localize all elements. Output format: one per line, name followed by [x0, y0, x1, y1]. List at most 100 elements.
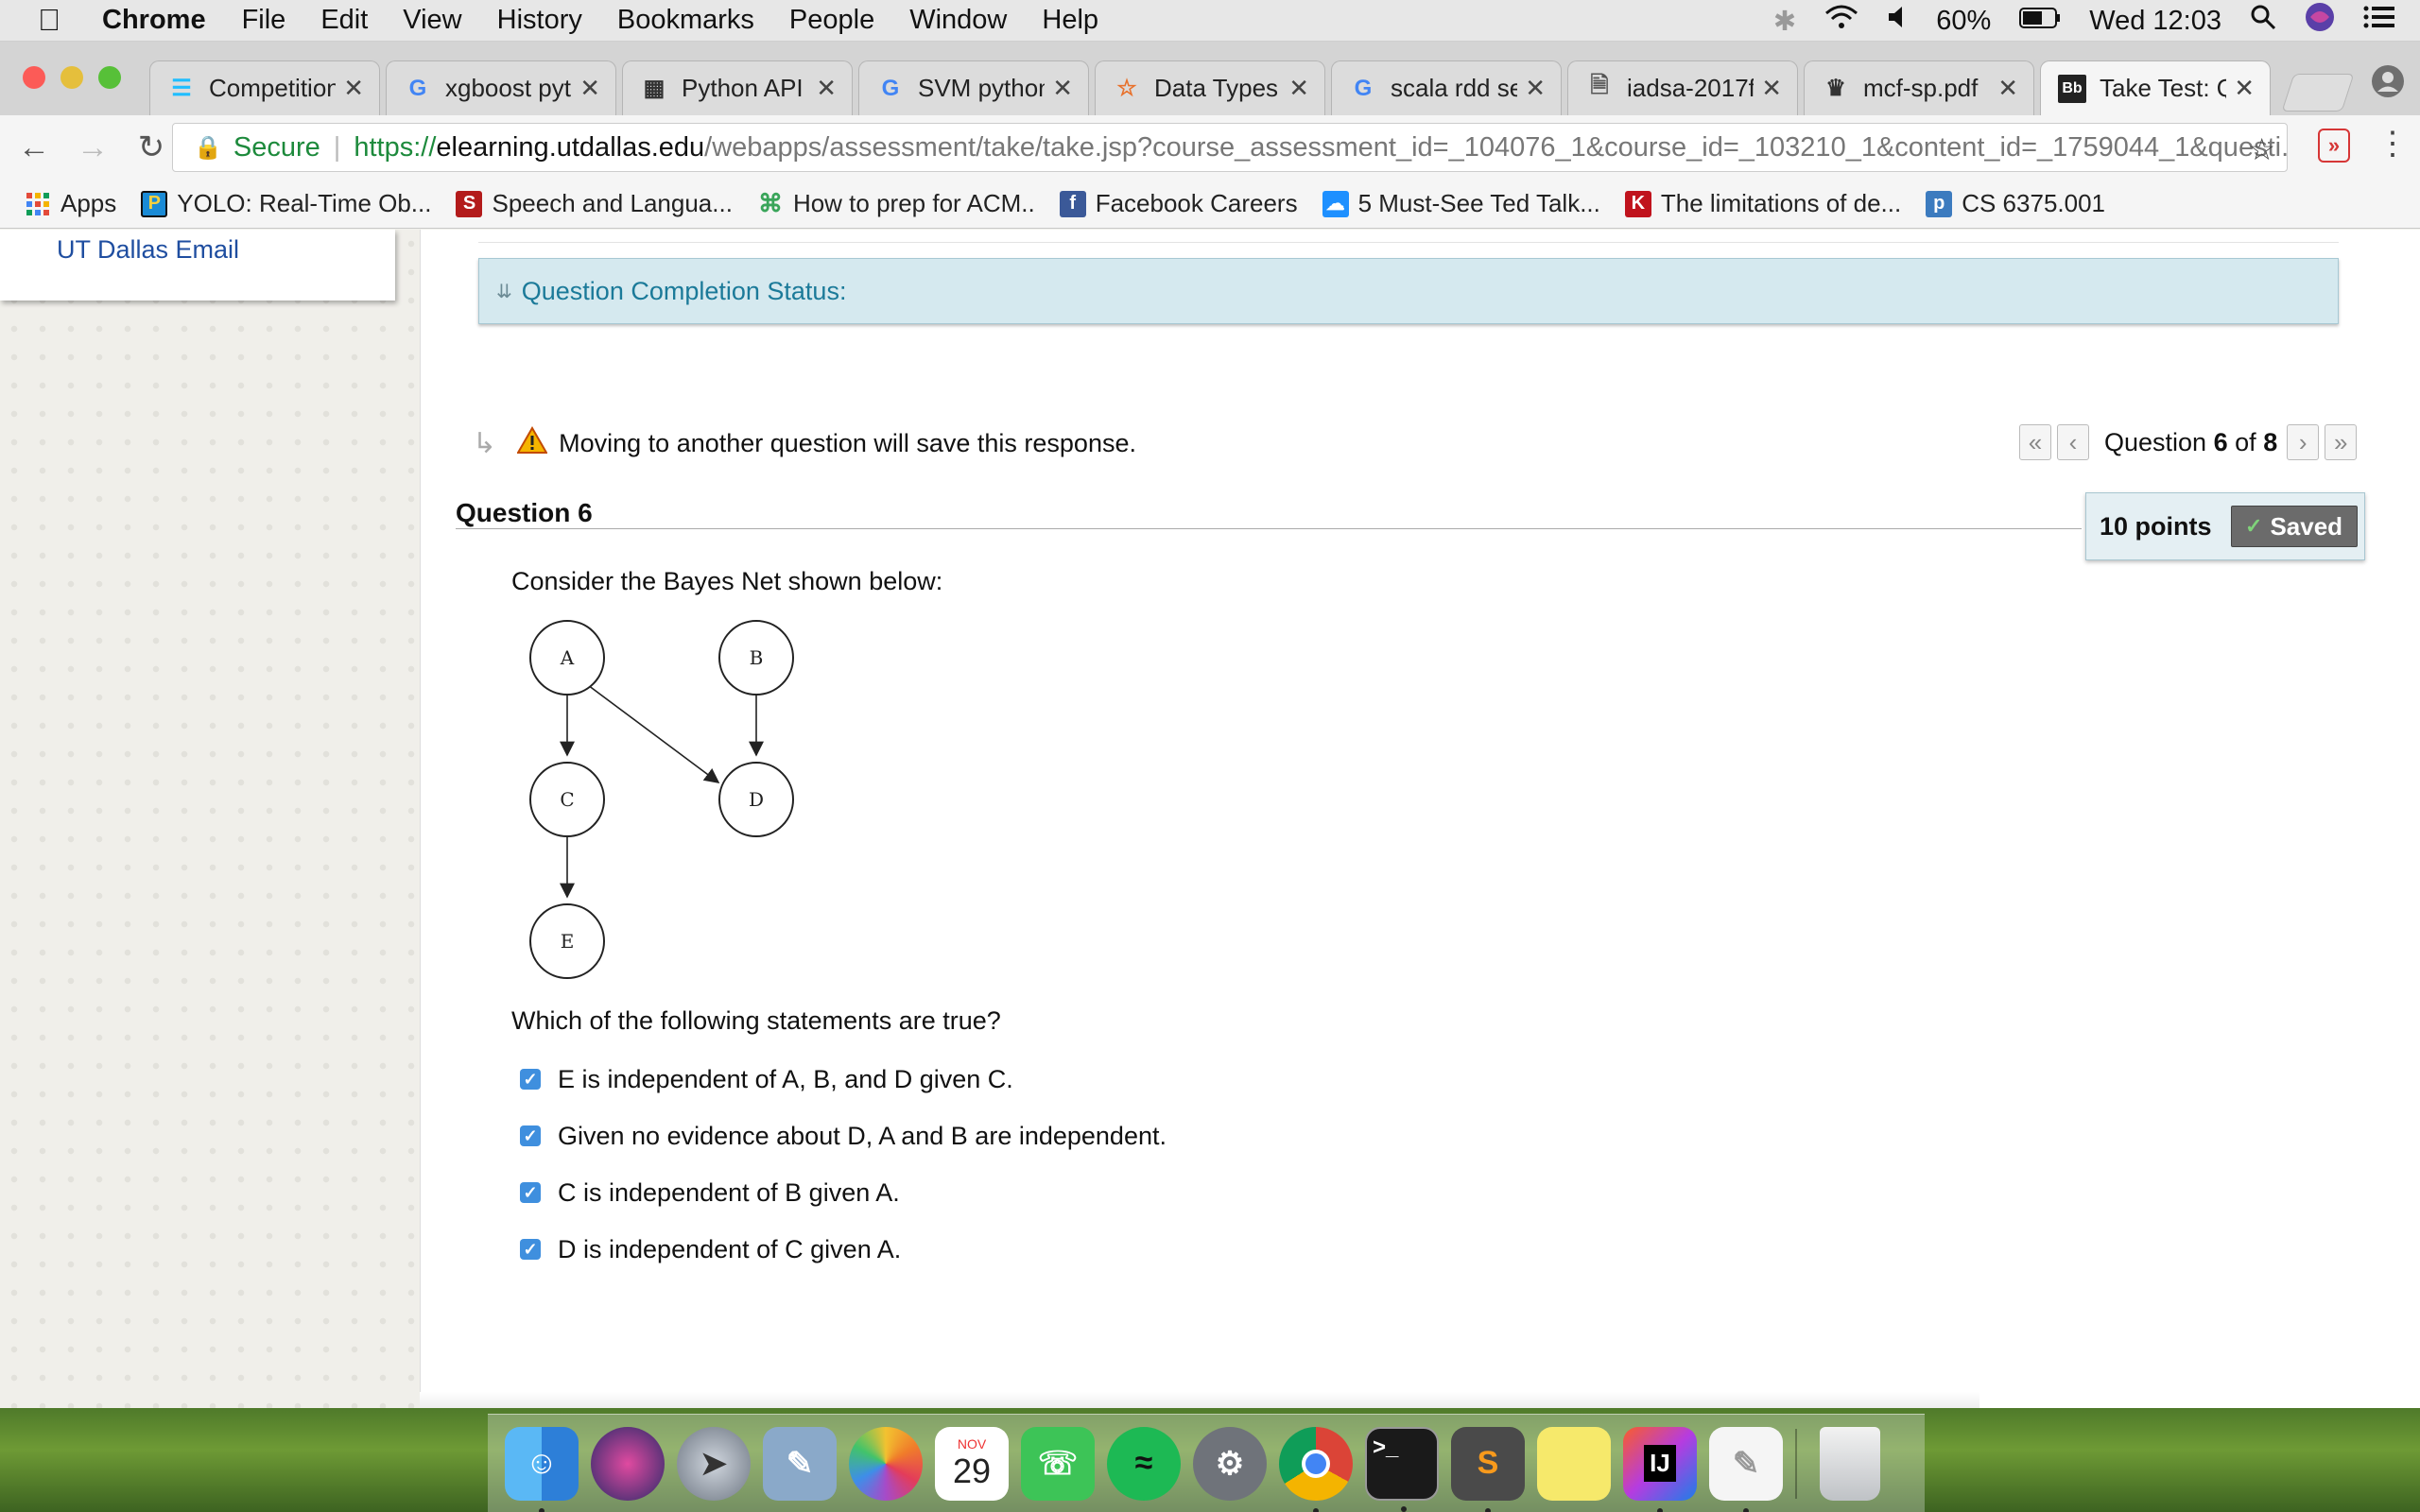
answer-checkbox-3[interactable]: ✓	[520, 1182, 541, 1203]
close-tab-icon[interactable]: ✕	[2234, 74, 2255, 103]
last-question-button[interactable]: »	[2325, 424, 2358, 460]
answer-checkbox-4[interactable]: ✓	[520, 1239, 541, 1260]
piazza-icon: p	[1926, 190, 1953, 217]
minimize-window-button[interactable]	[60, 66, 83, 89]
close-tab-icon[interactable]: ✕	[1525, 74, 1546, 103]
system-preferences-icon[interactable]: ⚙	[1193, 1426, 1267, 1501]
answer-label-3[interactable]: C is independent of B given A.	[558, 1178, 900, 1208]
first-question-button[interactable]: «	[2019, 424, 2051, 460]
menu-bookmarks[interactable]: Bookmarks	[617, 5, 754, 36]
close-tab-icon[interactable]: ✕	[1052, 74, 1073, 103]
notification-center-icon[interactable]	[2363, 5, 2395, 37]
apps-grid-icon	[25, 191, 51, 217]
k-logo-icon: K	[1624, 190, 1651, 217]
question-completion-status[interactable]: ⇊ Question Completion Status:	[478, 258, 2339, 324]
tab-data-types[interactable]: ☆ Data Types - ✕	[1095, 60, 1325, 115]
menu-people[interactable]: People	[789, 5, 874, 36]
spotify-icon[interactable]: ≈	[1107, 1426, 1181, 1501]
zoom-window-button[interactable]	[98, 66, 121, 89]
bookmark-star-icon[interactable]: ☆	[2248, 131, 2275, 167]
dock-divider	[1795, 1428, 1797, 1499]
close-tab-icon[interactable]: ✕	[343, 74, 364, 103]
node-a: A	[529, 620, 605, 696]
close-tab-icon[interactable]: ✕	[579, 74, 600, 103]
tab-mcf-sp[interactable]: ♛ mcf-sp.pdf ✕	[1804, 60, 2034, 115]
answer-label-1[interactable]: E is independent of A, B, and D given C.	[558, 1065, 1013, 1094]
sublime-text-icon[interactable]: S	[1451, 1426, 1525, 1512]
bookmark-cs6375[interactable]: p CS 6375.001	[1926, 189, 2105, 218]
forward-arrow-icon[interactable]: →	[68, 129, 117, 166]
close-tab-icon[interactable]: ✕	[1997, 74, 2018, 103]
answer-label-2[interactable]: Given no evidence about D, A and B are i…	[558, 1122, 1167, 1151]
menu-window[interactable]: Window	[909, 5, 1007, 36]
close-window-button[interactable]	[23, 66, 45, 89]
saved-button[interactable]: ✓ Saved	[2230, 506, 2358, 547]
battery-percent[interactable]: 60%	[1936, 6, 1991, 37]
facetime-icon[interactable]: ☏	[1021, 1426, 1095, 1501]
tab-python-api[interactable]: ▦ Python API – ✕	[622, 60, 853, 115]
menu-history[interactable]: History	[497, 5, 582, 36]
ut-dallas-email-link[interactable]: UT Dallas Email	[57, 235, 239, 265]
previous-question-button[interactable]: ‹	[2057, 424, 2089, 460]
next-question-button[interactable]: ›	[2287, 424, 2320, 460]
extension-icon[interactable]: »	[2318, 129, 2350, 163]
launchpad-icon[interactable]: ➤	[677, 1426, 751, 1501]
close-tab-icon[interactable]: ✕	[1288, 74, 1309, 103]
volume-icon[interactable]	[1887, 5, 1908, 37]
address-bar[interactable]: 🔒 Secure | https:// elearning.utdallas.e…	[172, 123, 2288, 172]
close-tab-icon[interactable]: ✕	[816, 74, 837, 103]
bookmark-yolo[interactable]: P YOLO: Real-Time Ob...	[141, 189, 431, 218]
menubar-clock[interactable]: Wed 12:03	[2089, 6, 2221, 37]
menu-file[interactable]: File	[242, 5, 286, 36]
siri-dock-icon[interactable]	[591, 1426, 665, 1501]
wifi-icon[interactable]	[1824, 4, 1858, 38]
preview-icon[interactable]: ✎	[763, 1426, 837, 1501]
close-tab-icon[interactable]: ✕	[1761, 74, 1782, 103]
answer-option-4: ✓ D is independent of C given A.	[520, 1232, 901, 1266]
bluetooth-icon[interactable]: ✱	[1773, 5, 1796, 38]
profile-icon[interactable]	[2371, 64, 2405, 103]
reload-icon[interactable]: ↻	[127, 129, 176, 166]
new-tab-button[interactable]	[2281, 74, 2355, 112]
tab-competition[interactable]: ☰ Competition ✕	[149, 60, 380, 115]
bookmark-ted-talks[interactable]: ☁ 5 Must-See Ted Talk...	[1322, 189, 1600, 218]
bookmark-facebook-careers[interactable]: f Facebook Careers	[1059, 189, 1298, 218]
siri-icon[interactable]	[2305, 2, 2335, 40]
menu-edit[interactable]: Edit	[320, 5, 368, 36]
textedit-icon[interactable]: ✎	[1709, 1426, 1783, 1512]
tab-scala-rdd[interactable]: G scala rdd sel ✕	[1331, 60, 1562, 115]
calendar-day: 29	[952, 1451, 992, 1490]
answer-label-4[interactable]: D is independent of C given A.	[558, 1235, 901, 1264]
saved-label: Saved	[2270, 511, 2343, 541]
calendar-icon[interactable]: NOV 29	[935, 1426, 1009, 1501]
tab-iadsa[interactable]: 🗎 iadsa-2017f- ✕	[1567, 60, 1798, 115]
menu-app-name[interactable]: Chrome	[102, 5, 206, 36]
menu-view[interactable]: View	[403, 5, 461, 36]
bookmark-apps[interactable]: Apps	[25, 189, 116, 218]
answer-option-2: ✓ Given no evidence about D, A and B are…	[520, 1119, 1167, 1153]
photos-icon[interactable]	[849, 1426, 923, 1501]
chrome-menu-icon[interactable]: ⋮	[2377, 125, 2409, 163]
battery-icon[interactable]	[2019, 6, 2061, 37]
tab-take-test[interactable]: Bb Take Test: Q ✕	[2040, 60, 2271, 115]
answer-checkbox-2[interactable]: ✓	[520, 1125, 541, 1146]
bookmark-limitations[interactable]: K The limitations of de...	[1624, 189, 1901, 218]
back-arrow-icon[interactable]: ←	[9, 129, 59, 166]
trash-icon[interactable]	[1820, 1426, 1880, 1501]
tab-svm-python[interactable]: G SVM python ✕	[858, 60, 1089, 115]
secure-label: Secure	[233, 131, 320, 163]
chrome-icon[interactable]	[1279, 1426, 1353, 1512]
intellij-icon[interactable]: IJ	[1623, 1426, 1697, 1512]
apple-icon[interactable]: 	[38, 3, 76, 38]
spotlight-search-icon[interactable]	[2250, 4, 2276, 38]
bookmark-speech-language[interactable]: S Speech and Langua...	[456, 189, 733, 218]
menu-help[interactable]: Help	[1042, 5, 1098, 36]
bookmark-acm-prep[interactable]: ⌘ How to prep for ACM..	[757, 189, 1035, 218]
tab-xgboost[interactable]: G xgboost pyth ✕	[386, 60, 616, 115]
answer-checkbox-1[interactable]: ✓	[520, 1069, 541, 1090]
finder-icon[interactable]: ☺	[505, 1426, 579, 1512]
terminal-icon[interactable]: >_	[1365, 1426, 1439, 1512]
tab-title: mcf-sp.pdf	[1863, 74, 1979, 102]
stickies-icon[interactable]	[1537, 1426, 1611, 1501]
mac-menu-bar:  Chrome File Edit View History Bookmark…	[0, 0, 2420, 42]
